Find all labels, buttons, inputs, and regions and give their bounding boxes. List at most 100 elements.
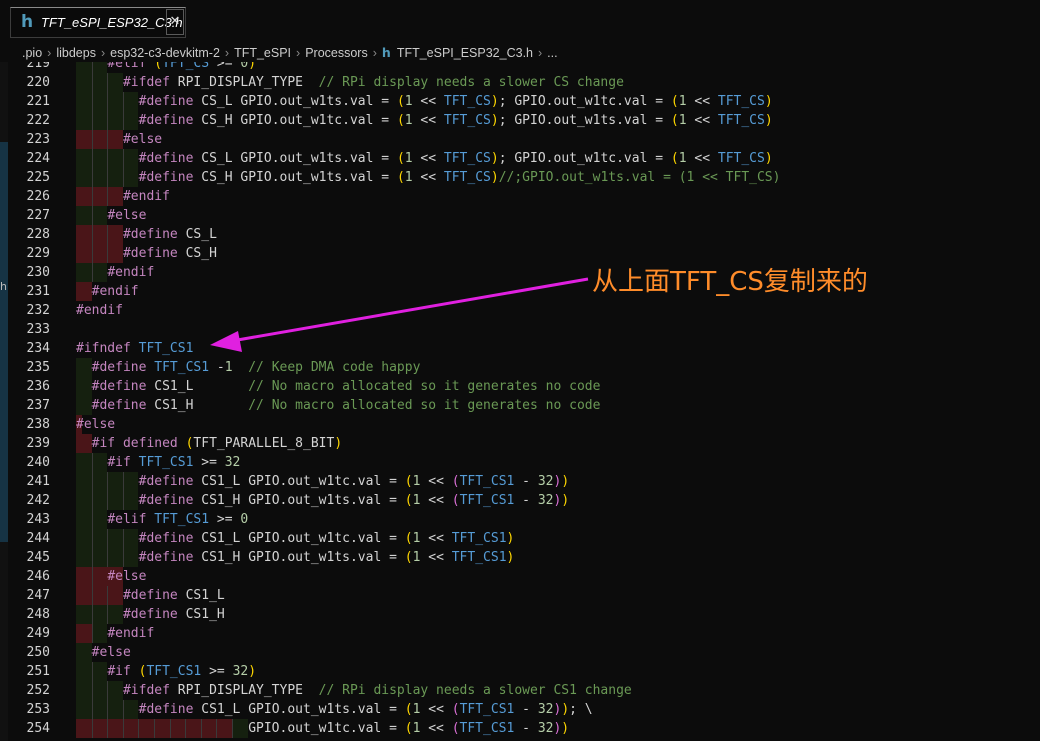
code-text[interactable]: #define CS1_L GPIO.out_w1tc.val = (1 << …: [76, 472, 570, 491]
code-editor[interactable]: 219 #elif (TFT_CS >= 0) 220 #ifdef RPI_DI…: [8, 62, 1040, 741]
code-line[interactable]: 240 #if TFT_CS1 >= 32: [8, 453, 1040, 472]
breadcrumb-item[interactable]: TFT_eSPI: [234, 44, 291, 62]
side-panel-letter: h: [0, 280, 7, 293]
code-text[interactable]: #if defined (TFT_PARALLEL_8_BIT): [76, 434, 342, 453]
activity-strip: h: [0, 62, 8, 741]
code-line[interactable]: 224 #define CS_L GPIO.out_w1ts.val = (1 …: [8, 149, 1040, 168]
code-text[interactable]: #else: [76, 415, 115, 434]
code-line[interactable]: 245 #define CS1_H GPIO.out_w1ts.val = (1…: [8, 548, 1040, 567]
code-line[interactable]: 251 #if (TFT_CS1 >= 32): [8, 662, 1040, 681]
line-number: 229: [26, 246, 50, 261]
breadcrumb-item[interactable]: esp32-c3-devkitm-2: [110, 44, 220, 62]
code-line[interactable]: 242 #define CS1_H GPIO.out_w1ts.val = (1…: [8, 491, 1040, 510]
code-line[interactable]: 219 #elif (TFT_CS >= 0): [8, 62, 1040, 73]
breadcrumb-item[interactable]: libdeps: [56, 44, 96, 62]
tab-label[interactable]: TFT_eSPI_ESP32_C3.h: [41, 15, 183, 30]
code-line[interactable]: 236 #define CS1_L // No macro allocated …: [8, 377, 1040, 396]
code-line[interactable]: 222 #define CS_H GPIO.out_w1tc.val = (1 …: [8, 111, 1040, 130]
code-text[interactable]: #define CS1_L // No macro allocated so i…: [76, 377, 601, 396]
line-number: 235: [26, 360, 50, 375]
code-text[interactable]: #define CS1_H: [76, 605, 225, 624]
code-line[interactable]: 228 #define CS_L: [8, 225, 1040, 244]
code-line[interactable]: 229 #define CS_H: [8, 244, 1040, 263]
code-text[interactable]: #define CS1_L GPIO.out_w1ts.val = (1 << …: [76, 700, 593, 719]
line-number: 245: [26, 550, 50, 565]
code-line[interactable]: 232 #endif: [8, 301, 1040, 320]
code-text[interactable]: #define CS_L GPIO.out_w1ts.val = (1 << T…: [76, 92, 773, 111]
close-tab-icon[interactable]: ✕: [166, 9, 184, 35]
editor-tab[interactable]: h TFT_eSPI_ESP32_C3.h ✕: [10, 7, 186, 38]
code-line[interactable]: 254 GPIO.out_w1tc.val = (1 << (TFT_CS1 -…: [8, 719, 1040, 738]
code-text[interactable]: #define CS_L GPIO.out_w1ts.val = (1 << T…: [76, 149, 773, 168]
code-text[interactable]: #endif: [76, 301, 123, 320]
line-number: 223: [26, 132, 50, 147]
code-line[interactable]: 244 #define CS1_L GPIO.out_w1tc.val = (1…: [8, 529, 1040, 548]
code-line[interactable]: 223 #else: [8, 130, 1040, 149]
code-text[interactable]: #elif (TFT_CS >= 0): [76, 62, 256, 73]
code-text[interactable]: #ifdef RPI_DISPLAY_TYPE // RPi display n…: [76, 73, 624, 92]
code-text[interactable]: #define CS_H GPIO.out_w1tc.val = (1 << T…: [76, 111, 773, 130]
code-text[interactable]: #else: [76, 206, 146, 225]
code-text[interactable]: #endif: [76, 624, 154, 643]
chevron-right-icon: ›: [47, 46, 52, 60]
breadcrumb-file[interactable]: TFT_eSPI_ESP32_C3.h: [397, 44, 533, 62]
code-line[interactable]: 249 #endif: [8, 624, 1040, 643]
code-line[interactable]: 220 #ifdef RPI_DISPLAY_TYPE // RPi displ…: [8, 73, 1040, 92]
line-number: 253: [26, 702, 50, 717]
code-text[interactable]: #if (TFT_CS1 >= 32): [76, 662, 256, 681]
line-number: 243: [26, 512, 50, 527]
code-line[interactable]: 252 #ifdef RPI_DISPLAY_TYPE // RPi displ…: [8, 681, 1040, 700]
code-text[interactable]: GPIO.out_w1tc.val = (1 << (TFT_CS1 - 32)…: [76, 719, 569, 738]
code-line[interactable]: 253 #define CS1_L GPIO.out_w1ts.val = (1…: [8, 700, 1040, 719]
code-line[interactable]: 237 #define CS1_H // No macro allocated …: [8, 396, 1040, 415]
code-line[interactable]: 239 #if defined (TFT_PARALLEL_8_BIT): [8, 434, 1040, 453]
code-text[interactable]: #endif: [76, 187, 170, 206]
code-line[interactable]: 227 #else: [8, 206, 1040, 225]
code-line[interactable]: 225 #define CS_H GPIO.out_w1ts.val = (1 …: [8, 168, 1040, 187]
line-number: 220: [26, 75, 50, 90]
line-number: 224: [26, 151, 50, 166]
line-number: 244: [26, 531, 50, 546]
code-line[interactable]: 235 #define TFT_CS1 -1 // Keep DMA code …: [8, 358, 1040, 377]
code-line[interactable]: 221 #define CS_L GPIO.out_w1ts.val = (1 …: [8, 92, 1040, 111]
code-text[interactable]: #else: [76, 130, 162, 149]
code-text[interactable]: #define CS1_H GPIO.out_w1ts.val = (1 << …: [76, 548, 515, 567]
code-text[interactable]: #elif TFT_CS1 >= 0: [76, 510, 248, 529]
code-text[interactable]: #define CS1_H // No macro allocated so i…: [76, 396, 601, 415]
line-number: 236: [26, 379, 50, 394]
code-text[interactable]: #ifndef TFT_CS1: [76, 339, 193, 358]
code-line[interactable]: 241 #define CS1_L GPIO.out_w1tc.val = (1…: [8, 472, 1040, 491]
chevron-right-icon: ›: [100, 46, 106, 60]
code-line[interactable]: 226 #endif: [8, 187, 1040, 206]
chevron-right-icon: ›: [538, 46, 543, 60]
code-text[interactable]: #endif: [76, 282, 139, 301]
code-text[interactable]: #define CS1_H GPIO.out_w1ts.val = (1 << …: [76, 491, 570, 510]
code-text[interactable]: #define CS1_L GPIO.out_w1tc.val = (1 << …: [76, 529, 515, 548]
code-line[interactable]: 238 #else: [8, 415, 1040, 434]
breadcrumb-item[interactable]: .pio: [22, 44, 42, 62]
code-text[interactable]: #define CS_H: [76, 244, 217, 263]
code-line[interactable]: 246 #else: [8, 567, 1040, 586]
code-text[interactable]: #endif: [76, 263, 154, 282]
code-line[interactable]: 243 #elif TFT_CS1 >= 0: [8, 510, 1040, 529]
code-text[interactable]: #else: [76, 567, 146, 586]
code-line[interactable]: 247 #define CS1_L: [8, 586, 1040, 605]
code-text[interactable]: #define TFT_CS1 -1 // Keep DMA code happ…: [76, 358, 421, 377]
code-line[interactable]: 250 #else: [8, 643, 1040, 662]
code-line[interactable]: 230 #endif: [8, 263, 1040, 282]
line-number: 228: [26, 227, 50, 242]
code-text[interactable]: #define CS_H GPIO.out_w1ts.val = (1 << T…: [76, 168, 781, 187]
code-text[interactable]: #define CS1_L: [76, 586, 225, 605]
line-number: 247: [26, 588, 50, 603]
code-text[interactable]: #if TFT_CS1 >= 32: [76, 453, 240, 472]
code-text[interactable]: #define CS_L: [76, 225, 217, 244]
code-line[interactable]: 231 #endif: [8, 282, 1040, 301]
code-line[interactable]: 248 #define CS1_H: [8, 605, 1040, 624]
code-text[interactable]: #ifdef RPI_DISPLAY_TYPE // RPi display n…: [76, 681, 632, 700]
code-line[interactable]: 234 #ifndef TFT_CS1: [8, 339, 1040, 358]
code-text[interactable]: #else: [76, 643, 131, 662]
c-header-file-icon: h: [381, 45, 391, 60]
code-line[interactable]: 233: [8, 320, 1040, 339]
breadcrumb-item[interactable]: Processors: [305, 44, 368, 62]
breadcrumb-more[interactable]: ...: [547, 44, 557, 62]
